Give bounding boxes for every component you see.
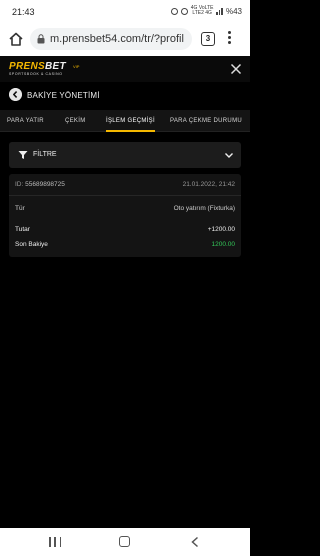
vip-badge: VIP [73, 64, 80, 69]
back-nav-icon[interactable] [190, 536, 200, 548]
page-title: BAKİYE YÖNETİMİ [27, 91, 100, 100]
transaction-id: 55689898725 [25, 181, 65, 188]
back-arrow-icon[interactable] [9, 88, 22, 101]
notification-icon [170, 7, 178, 15]
browser-toolbar: m.prensbet54.com/tr/?profil 3 [0, 22, 250, 56]
transaction-card: ID: 55689898725 21.01.2022, 21:42 Tür Ot… [9, 174, 241, 257]
tab-islem-gecmisi[interactable]: İŞLEM GEÇMİŞİ [106, 110, 155, 132]
recents-icon[interactable] [49, 537, 61, 547]
status-bar: 21:43 4G VoLTE LTE2 4G %43 [0, 0, 250, 22]
balance-value: 1200.00 [211, 241, 236, 248]
tab-bar: PARA YATIR ÇEKİM İŞLEM GEÇMİŞİ PARA ÇEKM… [0, 110, 250, 132]
tab-para-cekme-durumu[interactable]: PARA ÇEKME DURUMU [170, 110, 242, 132]
home-nav-icon[interactable] [119, 536, 130, 547]
tab-para-yatir[interactable]: PARA YATIR [7, 110, 44, 132]
more-menu-icon[interactable] [228, 31, 232, 47]
battery-percent: %43 [225, 6, 242, 16]
tab-switcher-button[interactable]: 3 [201, 32, 215, 46]
amount-label: Tutar [15, 226, 30, 233]
system-nav-bar [0, 528, 250, 556]
filter-toggle[interactable]: FİLTRE [9, 142, 241, 168]
signal-icon [216, 7, 223, 15]
transaction-amount-row: Tutar +1200.00 [9, 223, 241, 237]
filter-icon [18, 151, 28, 159]
alarm-icon [180, 7, 188, 15]
address-bar[interactable]: m.prensbet54.com/tr/?profil [30, 28, 192, 50]
network-indicator: 4G VoLTE LTE2 4G [190, 5, 214, 16]
page-header: BAKİYE YÖNETİMİ [0, 82, 250, 110]
status-icons: 4G VoLTE LTE2 4G %43 [170, 5, 242, 16]
transaction-id-row: ID: 55689898725 21.01.2022, 21:42 [9, 178, 241, 192]
type-value: Oto yatırım (Fixturka) [173, 205, 235, 212]
transaction-datetime: 21.01.2022, 21:42 [182, 181, 235, 188]
chevron-down-icon [225, 153, 233, 158]
home-icon[interactable] [8, 31, 24, 47]
divider [9, 195, 241, 196]
transaction-type-row: Tür Oto yatırım (Fixturka) [9, 202, 241, 216]
type-label: Tür [15, 205, 25, 212]
filter-label: FİLTRE [33, 151, 57, 158]
site-logo[interactable]: PRENSBET SPORTSBOOK & CASINO VIP [9, 62, 79, 77]
transaction-id-label: ID: [15, 181, 24, 188]
amount-value: +1200.00 [207, 226, 235, 233]
site-header: PRENSBET SPORTSBOOK & CASINO VIP [0, 56, 250, 82]
balance-row: Son Bakiye 1200.00 [9, 238, 241, 252]
close-icon[interactable] [230, 63, 242, 75]
status-time: 21:43 [12, 7, 35, 17]
balance-label: Son Bakiye [15, 241, 48, 248]
url-text: m.prensbet54.com/tr/?profil [50, 33, 184, 45]
lock-icon [37, 34, 45, 44]
tab-cekim[interactable]: ÇEKİM [65, 110, 86, 132]
